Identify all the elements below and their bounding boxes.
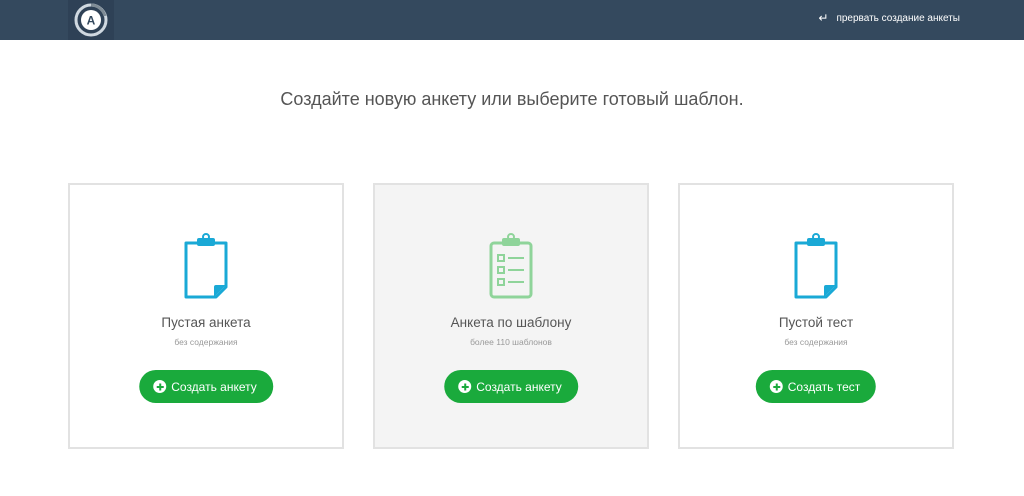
button-label: Создать тест [787,379,861,394]
cancel-creation-link[interactable]: ↵ прервать создание анкеты [818,0,960,36]
card-title: Пустая анкета [161,315,251,330]
button-label: Создать анкету [476,379,562,394]
create-test-button[interactable]: Создать тест [755,370,877,403]
checklist-clipboard-icon [489,233,533,299]
card-blank-test: Пустой тест без содержания Создать тест [678,183,954,449]
logo[interactable]: A [68,0,114,40]
card-title: Анкета по шаблону [450,315,572,330]
page-title: Создайте новую анкету или выберите готов… [280,89,744,109]
plus-circle-icon [769,380,783,393]
logo-icon: A [74,3,108,37]
logo-letter: A [87,14,96,28]
cancel-creation-label: прервать создание анкеты [836,12,960,24]
blank-clipboard-icon [184,233,228,299]
card-title: Пустой тест [778,315,854,330]
return-arrow-icon: ↵ [818,11,829,25]
top-bar: A ↵ прервать создание анкеты [0,0,1024,40]
create-survey-button[interactable]: Создать анкету [139,370,273,403]
card-subtitle: без содержания [784,337,848,347]
card-subtitle: более 110 шаблонов [470,337,552,347]
blank-clipboard-icon [794,233,838,299]
plus-circle-icon [153,380,167,393]
card-blank-survey: Пустая анкета без содержания Создать анк… [68,183,344,449]
create-template-survey-button[interactable]: Создать анкету [444,370,578,403]
plus-circle-icon [458,380,472,393]
card-template-survey: Анкета по шаблону более 110 шаблонов Соз… [373,183,649,449]
button-label: Создать анкету [171,379,257,394]
card-subtitle: без содержания [174,337,238,347]
